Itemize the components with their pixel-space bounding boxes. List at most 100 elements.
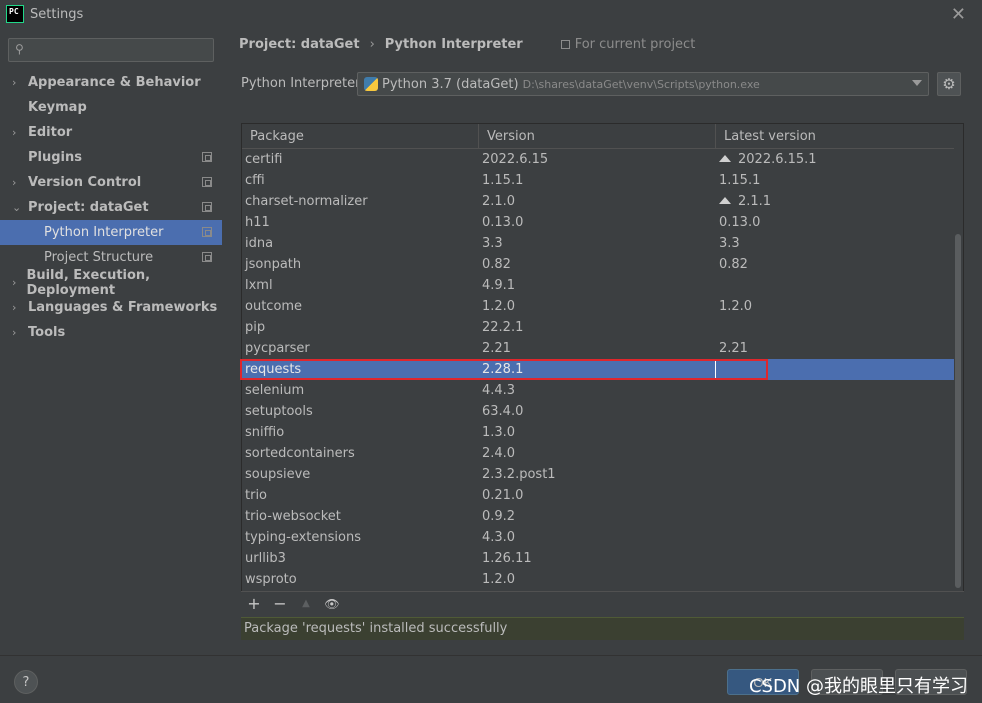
table-row[interactable]: lxml 4.9.1 — [242, 275, 954, 296]
table-row[interactable]: idna 3.3 3.3 — [242, 233, 954, 254]
version-cell: 2.1.0 — [482, 194, 516, 209]
interpreter-settings-button[interactable]: ⚙ — [937, 72, 961, 96]
title-bar: PC Settings ✕ — [0, 0, 982, 28]
latest-version-cell — [716, 464, 954, 485]
version-cell: 1.2.0 — [482, 299, 516, 314]
sidebar-item-label: Version Control — [28, 175, 142, 190]
status-message: Package 'requests' installed successfull… — [241, 617, 964, 640]
version-cell: 2.3.2.post1 — [482, 467, 556, 482]
package-name-cell: outcome — [245, 299, 303, 314]
version-cell: 1.15.1 — [482, 173, 524, 188]
table-row[interactable]: soupsieve 2.3.2.post1 — [242, 464, 954, 485]
latest-version-cell — [716, 443, 954, 464]
package-name-cell: lxml — [245, 278, 273, 293]
version-cell: 3.3 — [482, 236, 503, 251]
project-level-icon — [202, 177, 212, 187]
table-row[interactable]: setuptools 63.4.0 — [242, 401, 954, 422]
interpreter-name: Python 3.7 (dataGet) — [382, 76, 519, 92]
table-row[interactable]: pip 22.2.1 — [242, 317, 954, 338]
version-cell: 0.21.0 — [482, 488, 524, 503]
version-cell: 2.4.0 — [482, 446, 516, 461]
latest-version-cell — [716, 548, 954, 569]
table-row[interactable]: urllib3 1.26.11 — [242, 548, 954, 569]
table-row[interactable]: h11 0.13.0 0.13.0 — [242, 212, 954, 233]
latest-version-cell: 2.1.1 — [716, 191, 954, 212]
latest-version-cell — [716, 422, 954, 443]
latest-version-cell — [716, 527, 954, 548]
sidebar-item-label: Languages & Frameworks — [28, 300, 218, 315]
ok-button[interactable]: OK — [727, 669, 799, 695]
chevron-icon[interactable]: › — [12, 126, 28, 139]
sidebar-item-languages-frameworks[interactable]: › Languages & Frameworks — [0, 295, 222, 320]
sidebar-item-plugins[interactable]: Plugins — [0, 145, 222, 170]
package-name-cell: urllib3 — [245, 551, 286, 566]
cancel-button[interactable] — [811, 669, 883, 695]
breadcrumb-project[interactable]: Project: dataGet — [239, 37, 360, 52]
column-header-version[interactable]: Version — [479, 124, 716, 149]
add-package-button[interactable]: + — [241, 593, 267, 615]
chevron-icon[interactable]: › — [12, 76, 28, 89]
table-row[interactable]: trio-websocket 0.9.2 — [242, 506, 954, 527]
settings-search[interactable]: ⚲ — [8, 38, 214, 62]
sidebar-item-project-dataget[interactable]: ⌄ Project: dataGet — [0, 195, 222, 220]
sidebar-item-python-interpreter[interactable]: Python Interpreter — [0, 220, 222, 245]
show-early-releases-button[interactable]: 👁 — [319, 593, 345, 615]
scope-note: For current project — [560, 37, 695, 52]
package-name-cell: requests — [245, 362, 302, 377]
interpreter-dropdown[interactable]: Python 3.7 (dataGet) D:\shares\dataGet\v… — [357, 72, 929, 96]
version-cell: 4.4.3 — [482, 383, 516, 398]
table-row[interactable]: certifi 2022.6.15 2022.6.15.1 — [242, 149, 954, 170]
version-cell: 4.9.1 — [482, 278, 516, 293]
version-cell: 1.2.0 — [482, 572, 516, 587]
apply-button[interactable] — [895, 669, 967, 695]
close-icon[interactable]: ✕ — [951, 4, 966, 25]
column-header-package[interactable]: Package — [242, 124, 479, 149]
chevron-icon[interactable]: › — [12, 176, 28, 189]
table-row[interactable]: selenium 4.4.3 — [242, 380, 954, 401]
package-name-cell: trio-websocket — [245, 509, 341, 524]
package-name-cell: charset-normalizer — [245, 194, 368, 209]
sidebar-item-appearance-behavior[interactable]: › Appearance & Behavior — [0, 70, 222, 95]
search-input[interactable] — [31, 41, 209, 59]
table-row[interactable]: charset-normalizer 2.1.0 2.1.1 — [242, 191, 954, 212]
latest-version-cell — [716, 506, 954, 527]
remove-package-button[interactable]: − — [267, 593, 293, 615]
version-cell: 2022.6.15 — [482, 152, 549, 167]
version-cell: 2.28.1 — [479, 359, 716, 380]
sidebar-item-tools[interactable]: › Tools — [0, 320, 222, 345]
sidebar-item-version-control[interactable]: › Version Control — [0, 170, 222, 195]
latest-version-text: 1.15.1 — [719, 173, 761, 188]
chevron-icon[interactable]: ⌄ — [12, 201, 28, 214]
table-row[interactable]: requests 2.28.1 — [240, 359, 954, 380]
sidebar-item-keymap[interactable]: Keymap — [0, 95, 222, 120]
table-row[interactable]: trio 0.21.0 — [242, 485, 954, 506]
sidebar-item-editor[interactable]: › Editor — [0, 120, 222, 145]
dropdown-arrow-icon — [912, 80, 922, 86]
table-row[interactable]: wsproto 1.2.0 — [242, 569, 954, 590]
table-row[interactable]: cffi 1.15.1 1.15.1 — [242, 170, 954, 191]
table-row[interactable]: typing-extensions 4.3.0 — [242, 527, 954, 548]
settings-sidebar: ⚲ › Appearance & Behavior Keymap › Editor Plu… — [0, 28, 222, 655]
table-row[interactable]: sortedcontainers 2.4.0 — [242, 443, 954, 464]
help-button[interactable]: ? — [14, 670, 38, 694]
latest-version-cell — [716, 275, 954, 296]
version-cell: 2.21 — [482, 341, 511, 356]
upgrade-package-button[interactable]: ▲ — [293, 593, 319, 615]
vertical-scrollbar[interactable] — [955, 234, 961, 588]
latest-version-cell — [716, 380, 954, 401]
table-row[interactable]: outcome 1.2.0 1.2.0 — [242, 296, 954, 317]
dialog-footer: ? OK CSDN @我的眼里只有学习 — [0, 655, 982, 703]
column-header-latest-version[interactable]: Latest version — [716, 124, 954, 149]
chevron-icon[interactable]: › — [12, 301, 28, 314]
table-row[interactable]: sniffio 1.3.0 — [242, 422, 954, 443]
version-cell: 0.9.2 — [482, 509, 516, 524]
chevron-icon[interactable]: › — [12, 326, 28, 339]
table-row[interactable]: jsonpath 0.82 0.82 — [242, 254, 954, 275]
chevron-icon[interactable]: › — [12, 276, 26, 289]
latest-version-cell — [716, 317, 954, 338]
sidebar-item-build-execution-deployment[interactable]: › Build, Execution, Deployment — [0, 268, 222, 298]
sidebar-item-project-structure[interactable]: Project Structure — [0, 245, 222, 270]
latest-version-cell — [716, 359, 954, 380]
table-row[interactable]: pycparser 2.21 2.21 — [242, 338, 954, 359]
latest-version-cell: 0.13.0 — [716, 212, 954, 233]
